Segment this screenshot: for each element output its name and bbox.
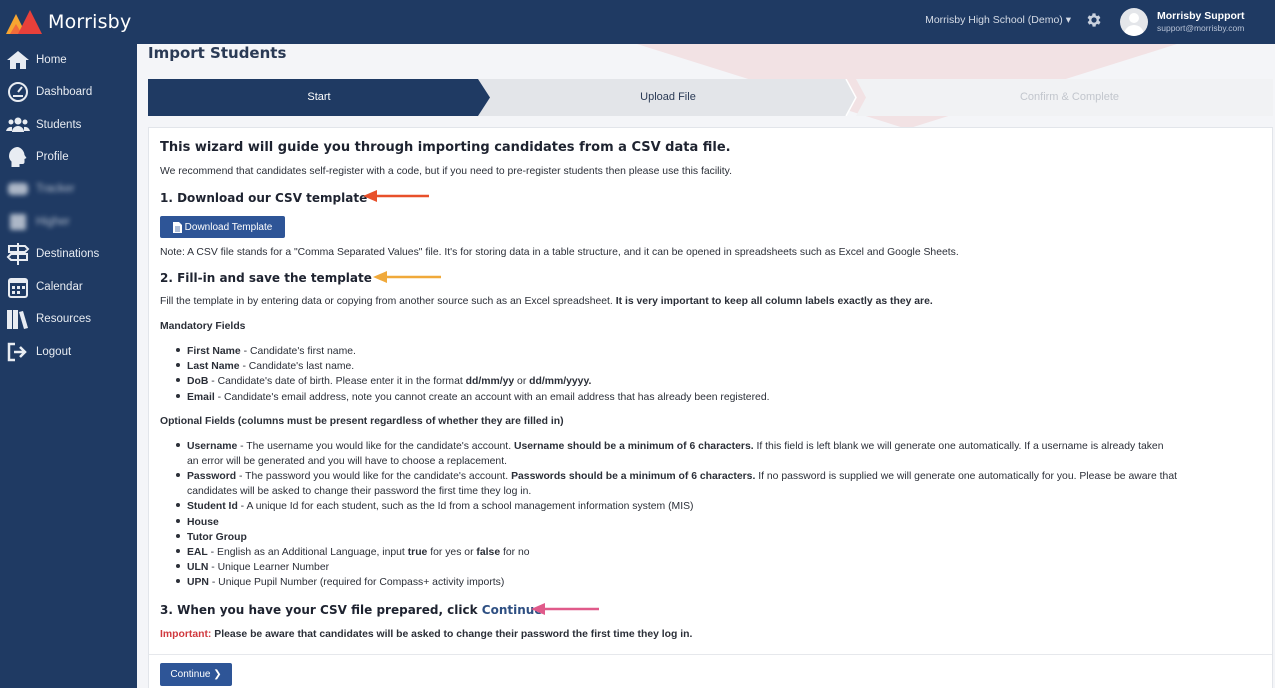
sidebar-item-destinations[interactable]: Destinations xyxy=(0,240,137,268)
tracker-icon xyxy=(8,183,28,195)
profile-icon xyxy=(9,147,27,167)
sidebar-item-students[interactable]: Students xyxy=(0,111,137,139)
sidebar-item-label: Logout xyxy=(36,346,72,358)
list-item: Tutor Group xyxy=(176,532,247,543)
download-template-button[interactable]: Download Template xyxy=(160,216,285,238)
list-item-continuation: candidates will be asked to change their… xyxy=(187,486,532,497)
avatar[interactable] xyxy=(1120,8,1148,36)
step-upload-file: Upload File xyxy=(640,91,696,103)
sidebar-item-resources[interactable]: Resources xyxy=(0,305,137,333)
logo-mark-icon xyxy=(6,10,44,34)
home-icon xyxy=(7,51,29,69)
brand-name: Morrisby xyxy=(48,11,132,33)
page-title: Import Students xyxy=(148,44,287,62)
brand-logo[interactable]: Morrisby xyxy=(6,6,131,38)
dashboard-icon xyxy=(8,82,28,102)
top-bar: Morrisby Morrisby High School (Demo) ▾ M… xyxy=(0,0,1275,44)
list-item: First Name - Candidate's first name. xyxy=(176,346,356,357)
school-selector[interactable]: Morrisby High School (Demo) ▾ xyxy=(925,14,1071,26)
download-template-label: Download Template xyxy=(184,221,273,233)
main-content: Import Students Start Upload File Confir… xyxy=(137,44,1275,688)
sidebar-item-label: Tracker xyxy=(36,183,75,195)
list-item: Last Name - Candidate's last name. xyxy=(176,361,354,372)
user-name[interactable]: Morrisby Support xyxy=(1157,10,1245,22)
intro-text: We recommend that candidates self-regist… xyxy=(160,166,732,177)
list-item: Password - The password you would like f… xyxy=(176,471,1177,482)
step-start: Start xyxy=(307,91,331,103)
step3-title: 3. When you have your CSV file prepared,… xyxy=(160,603,543,617)
wizard-card: This wizard will guide you through impor… xyxy=(148,127,1273,688)
wizard-steps: Start Upload File Confirm & Complete xyxy=(148,79,1273,116)
sidebar: Home Dashboard Students Profile Tracker … xyxy=(0,44,137,688)
signpost-icon xyxy=(6,243,30,265)
sidebar-item-label: Resources xyxy=(36,313,91,325)
sidebar-item-label: Profile xyxy=(36,151,69,163)
sidebar-item-calendar[interactable]: Calendar xyxy=(0,273,137,301)
step1-title: 1. Download our CSV template xyxy=(160,191,368,205)
calendar-icon xyxy=(8,278,28,298)
optional-fields-title: Optional Fields (columns must be present… xyxy=(160,416,564,427)
students-icon xyxy=(6,117,30,132)
arrow-indicator-2 xyxy=(373,271,441,283)
logout-icon xyxy=(7,342,27,362)
list-item: ULN - Unique Learner Number xyxy=(176,562,329,573)
gear-icon[interactable] xyxy=(1085,11,1103,29)
sidebar-item-label: Home xyxy=(36,54,67,66)
arrow-indicator-1 xyxy=(363,190,429,202)
step-confirm-complete: Confirm & Complete xyxy=(1019,91,1120,103)
file-icon xyxy=(172,221,182,233)
list-item: Student Id - A unique Id for each studen… xyxy=(176,501,693,512)
sidebar-item-tracker[interactable]: Tracker xyxy=(0,175,137,203)
list-item: DoB - Candidate's date of birth. Please … xyxy=(176,376,591,387)
sidebar-item-label: Students xyxy=(36,119,82,131)
sidebar-item-home[interactable]: Home xyxy=(0,46,137,74)
list-item: House xyxy=(176,517,219,528)
sidebar-item-higher[interactable]: Higher xyxy=(0,208,137,236)
sidebar-item-label: Destinations xyxy=(36,248,100,260)
mandatory-fields-title: Mandatory Fields xyxy=(160,321,246,332)
sidebar-item-logout[interactable]: Logout xyxy=(0,338,137,366)
list-item: Email - Candidate's email address, note … xyxy=(176,392,769,403)
user-email: support@morrisby.com xyxy=(1157,23,1245,33)
sidebar-item-label: Higher xyxy=(36,216,70,228)
sidebar-item-label: Calendar xyxy=(36,281,83,293)
step2-title: 2. Fill-in and save the template xyxy=(160,271,372,285)
fill-template-text: Fill the template in by entering data or… xyxy=(160,296,933,307)
csv-note: Note: A CSV file stands for a "Comma Sep… xyxy=(160,247,959,258)
higher-icon xyxy=(10,214,26,230)
sidebar-item-label: Dashboard xyxy=(36,86,93,98)
list-item: EAL - English as an Additional Language,… xyxy=(176,547,530,558)
list-item-continuation: an error will be generated and you will … xyxy=(187,456,507,467)
sidebar-item-profile[interactable]: Profile xyxy=(0,143,137,171)
divider xyxy=(149,654,1272,655)
list-item: Username - The username you would like f… xyxy=(176,441,1164,452)
sidebar-item-dashboard[interactable]: Dashboard xyxy=(0,78,137,106)
important-notice: Important: Please be aware that candidat… xyxy=(160,629,693,640)
list-item: UPN - Unique Pupil Number (required for … xyxy=(176,577,504,588)
books-icon xyxy=(7,310,28,329)
wizard-heading: This wizard will guide you through impor… xyxy=(160,140,731,155)
continue-button[interactable]: Continue ❯ xyxy=(160,663,232,686)
arrow-indicator-3 xyxy=(531,603,599,615)
